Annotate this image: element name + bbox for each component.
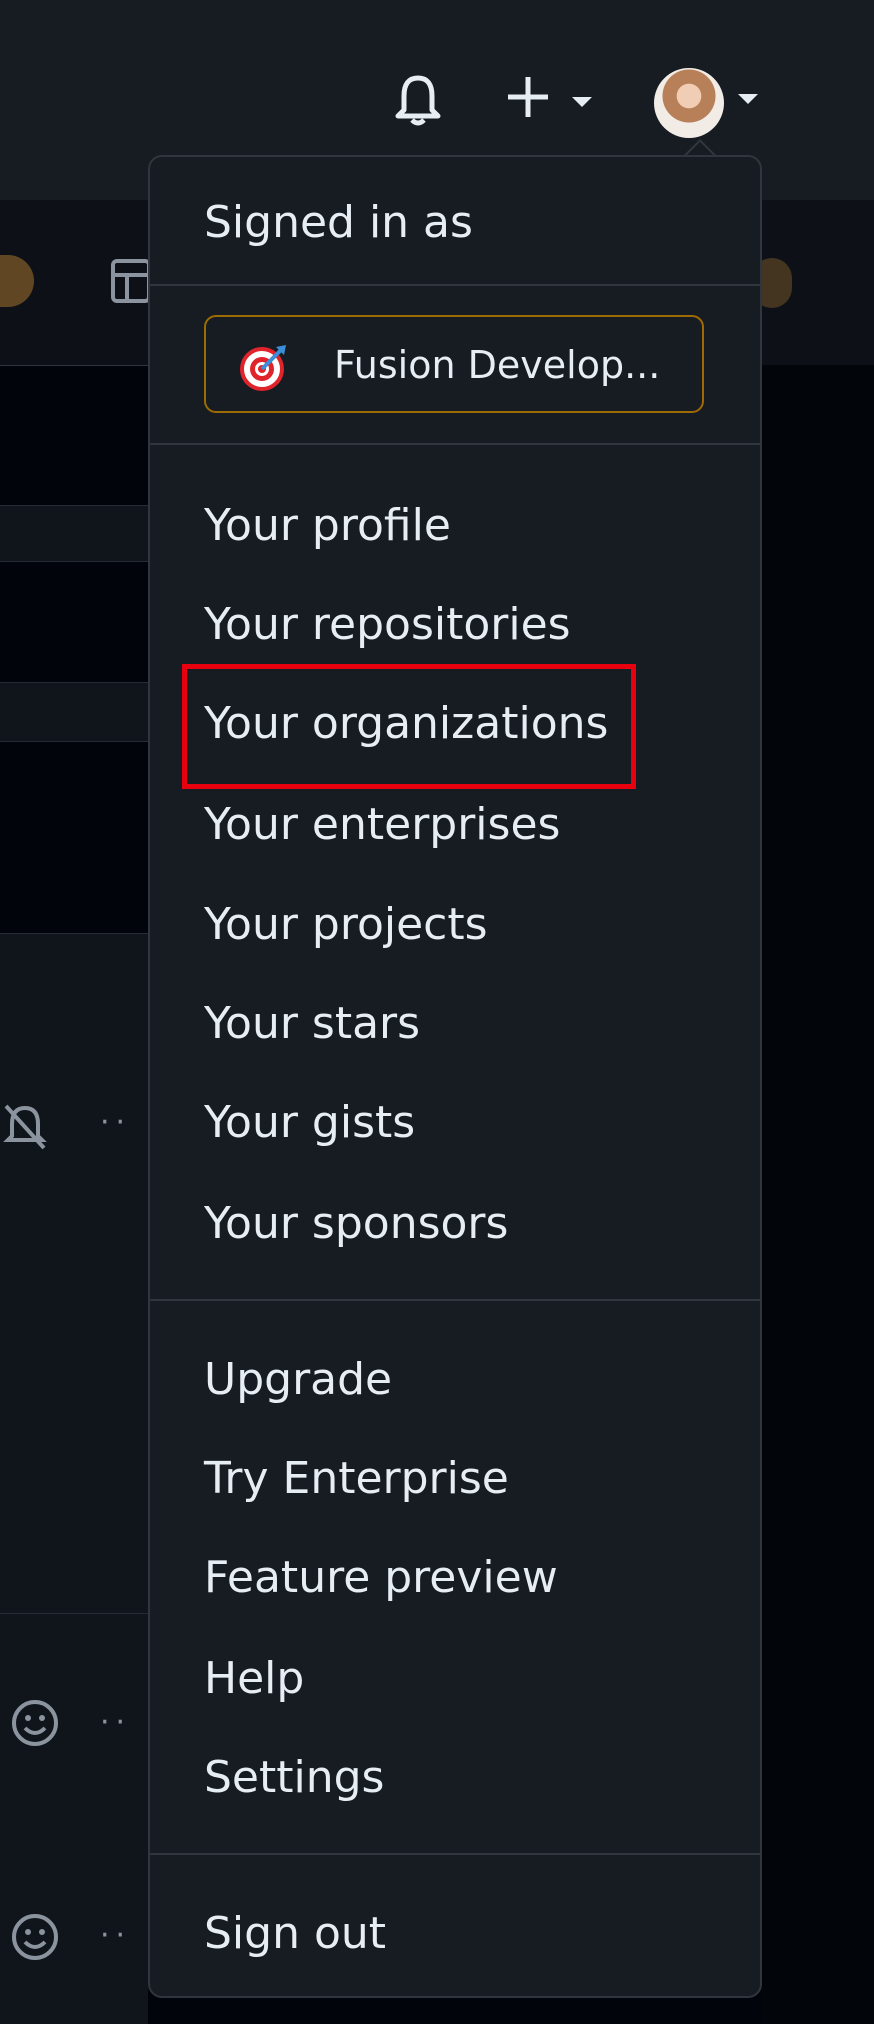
more-options-icon[interactable]: ··: [100, 1705, 131, 1740]
status-text: Fusion Develop...: [334, 343, 661, 387]
menu-item-your-gists[interactable]: Your gists: [204, 1096, 415, 1150]
menu-divider: [150, 1853, 760, 1855]
menu-item-your-projects[interactable]: Your projects: [204, 898, 488, 952]
avatar: [654, 68, 724, 138]
highlight-box: [182, 664, 636, 789]
direct-hit-target-icon: [240, 345, 286, 391]
smiley-icon[interactable]: [10, 1698, 60, 1748]
set-status-button[interactable]: Fusion Develop...: [204, 315, 704, 413]
menu-item-sign-out[interactable]: Sign out: [204, 1907, 386, 1961]
more-options-icon[interactable]: ··: [100, 1918, 131, 1953]
bell-icon[interactable]: [392, 70, 444, 128]
page-right-area: [762, 365, 874, 2023]
user-dropdown-menu: Signed in as Fusion Develop... Your prof…: [148, 155, 762, 1998]
menu-item-try-enterprise[interactable]: Try Enterprise: [204, 1452, 509, 1506]
menu-divider: [150, 284, 760, 286]
menu-item-upgrade[interactable]: Upgrade: [204, 1353, 392, 1407]
signed-in-label: Signed in as: [204, 197, 473, 248]
menu-item-your-enterprises[interactable]: Your enterprises: [204, 798, 560, 852]
more-options-icon[interactable]: ··: [100, 1105, 131, 1140]
chevron-down-icon: [572, 97, 592, 107]
list-row-divider: [0, 682, 148, 742]
smiley-icon[interactable]: [10, 1912, 60, 1962]
menu-item-your-profile[interactable]: Your profile: [204, 499, 451, 553]
comment-panel: [0, 1613, 148, 2024]
user-menu-button[interactable]: [654, 68, 766, 138]
table-icon: [111, 259, 151, 303]
menu-divider: [150, 1299, 760, 1301]
menu-item-help[interactable]: Help: [204, 1652, 304, 1706]
menu-item-your-repositories[interactable]: Your repositories: [204, 598, 571, 652]
menu-item-feature-preview[interactable]: Feature preview: [204, 1551, 558, 1605]
list-row-divider: [0, 933, 148, 1020]
list-row-divider: [0, 505, 148, 562]
bell-slash-icon[interactable]: [2, 1100, 48, 1152]
menu-item-your-sponsors[interactable]: Your sponsors: [204, 1197, 508, 1251]
create-new-button[interactable]: [506, 75, 596, 125]
chevron-down-icon: [738, 94, 758, 104]
menu-divider: [150, 443, 760, 445]
menu-item-settings[interactable]: Settings: [204, 1751, 384, 1805]
menu-item-your-stars[interactable]: Your stars: [204, 997, 420, 1051]
plus-icon: [508, 77, 548, 117]
